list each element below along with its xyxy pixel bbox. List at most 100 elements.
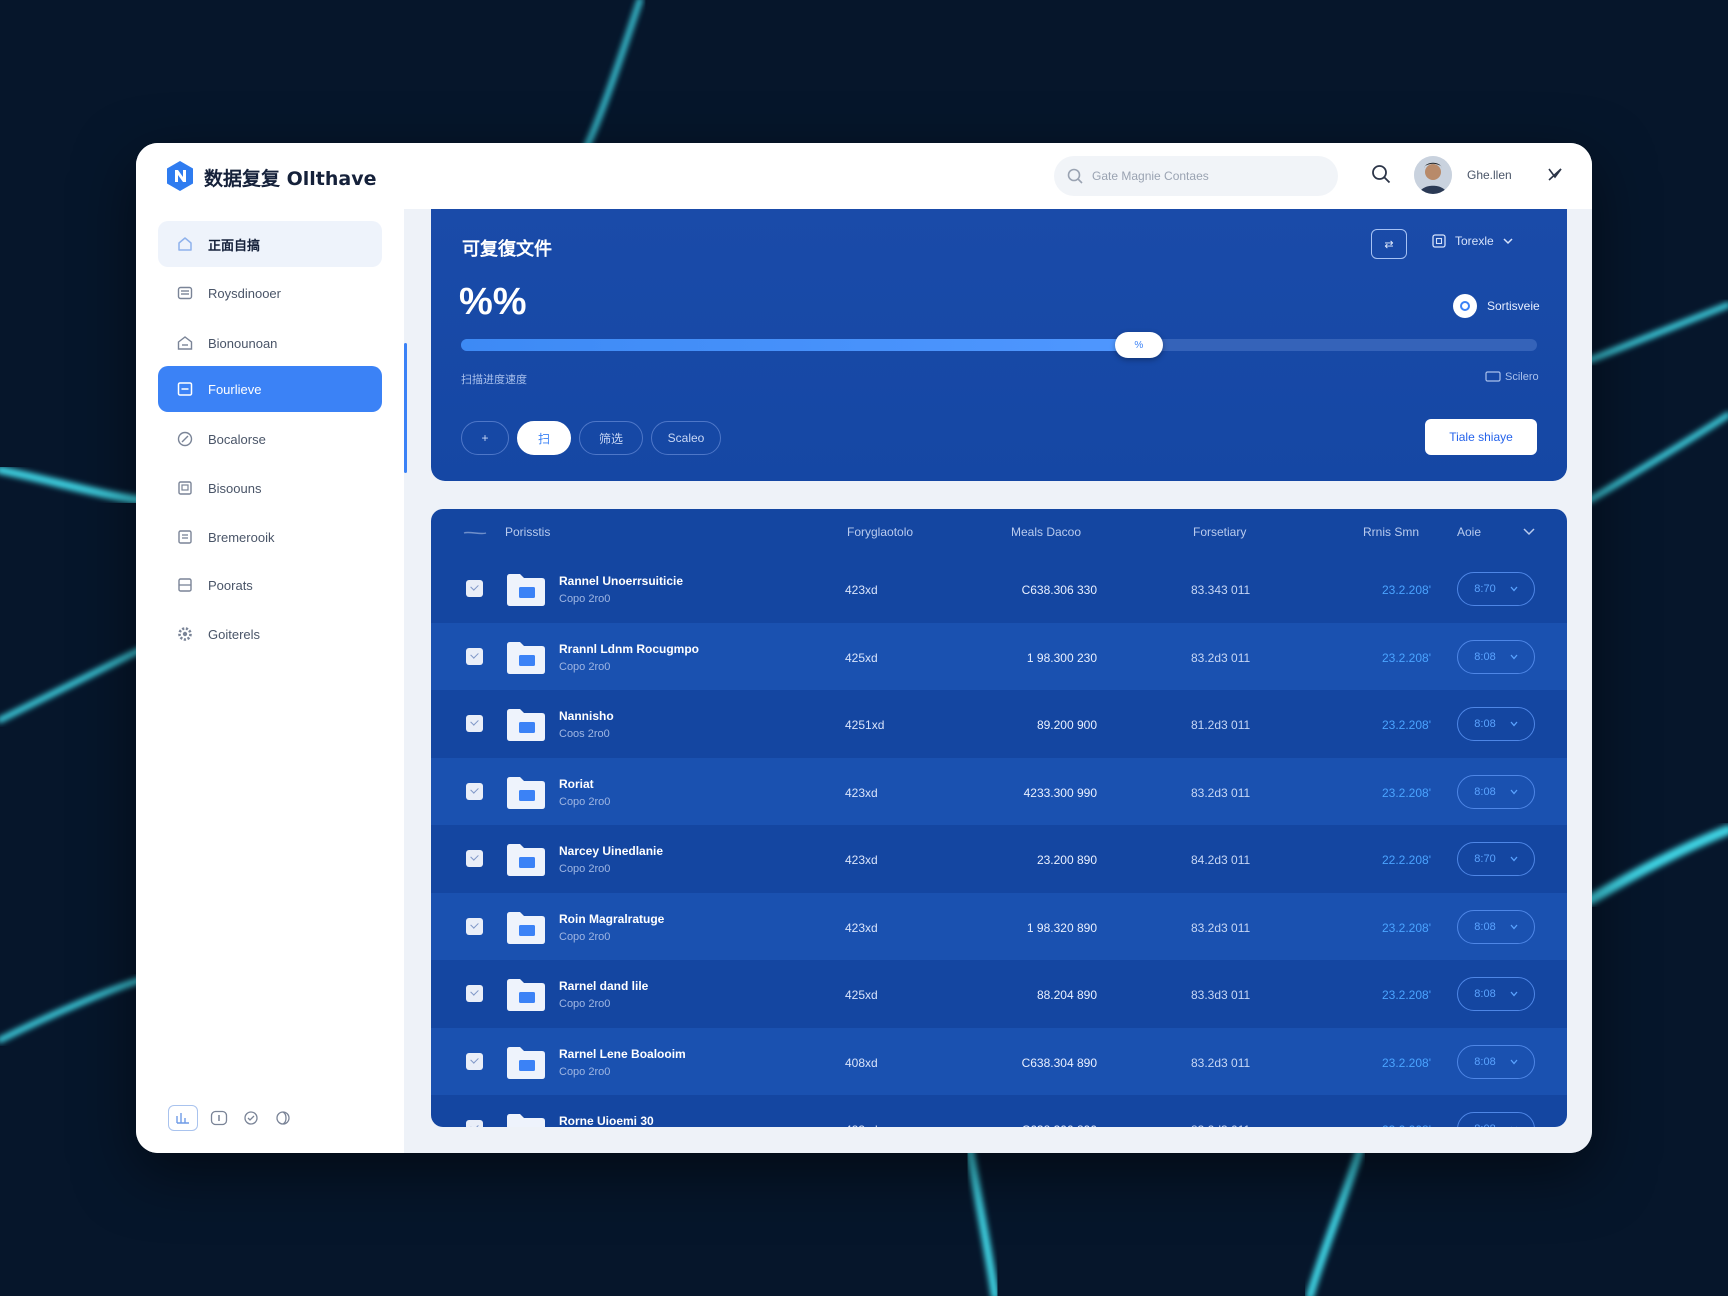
progress-right-text: Scilero [1505,371,1539,383]
recover-panel: 可复復文件 ⇄ Torexle %% Sortisveie % 扫描进度速度 S… [431,209,1567,481]
sidebar-item-upload[interactable]: Bionounoan [158,320,382,366]
user-name[interactable]: Ghe.llen [1467,168,1512,182]
avatar[interactable] [1414,156,1452,194]
recover-button[interactable]: Tiale shiaye [1425,419,1537,455]
table-row[interactable]: Rarnel dand lile Copo 2ro0 425xd 88.204 890… [431,960,1567,1027]
cell-time[interactable]: 23.2.208' [1361,786,1431,800]
row-checkbox[interactable] [466,647,483,665]
cell-time[interactable]: 23.2.208' [1361,988,1431,1002]
search-input[interactable] [1092,156,1328,196]
chevron-down-icon [1510,924,1518,929]
progress-right-label: Scilero [1485,371,1539,383]
file-name[interactable]: Narcey Uinedlanie [559,844,663,858]
row-action-dropdown[interactable]: 8:08 [1457,1112,1535,1127]
row-checkbox[interactable] [466,715,483,732]
row-action-label: 8:08 [1474,650,1496,663]
sidebar-item-images[interactable]: Bisoouns [158,465,382,511]
row-action-dropdown[interactable]: 8:70 [1457,572,1535,606]
chip-add[interactable]: + [461,421,509,455]
select-all-icon[interactable] [463,531,487,535]
column-header-time[interactable]: Rrnis Smn [1363,525,1419,539]
header-search-icon[interactable] [1370,163,1392,185]
chip-filter[interactable]: 筛选 [579,421,643,455]
file-sub: Copo 2ro0 [559,593,611,605]
file-name[interactable]: Nannisho [559,709,614,723]
cell-time[interactable]: 23.2.208' [1361,718,1431,732]
row-action-label: 8:08 [1474,920,1496,933]
cell-size: 423xd [845,785,878,800]
row-checkbox[interactable] [466,850,483,867]
row-checkbox[interactable] [466,782,483,800]
progress-track[interactable]: % [461,332,1537,358]
table-row[interactable]: Roin Magralratuge Copo 2ro0 423xd 1 98.320 … [431,892,1567,960]
row-checkbox[interactable] [466,580,483,597]
sidebar-item-home[interactable]: 正面自搞 [158,221,382,267]
table-row[interactable]: Rrannl Ldnm Rocugmpo Copo 2ro0 425xd 1 98.3… [431,622,1567,690]
cell-time[interactable]: 22.2.208' [1361,853,1431,867]
row-action-dropdown[interactable]: 8:70 [1457,842,1535,876]
file-name[interactable]: Roriat [559,777,594,791]
row-action-dropdown[interactable]: 8:08 [1457,909,1535,944]
file-name[interactable]: Rannel Unoerrsuiticie [559,574,683,588]
sidebar-item-storage[interactable]: Roysdinooer [158,270,382,316]
sidebar-item-settings[interactable]: Goiterels [158,611,382,657]
table-row[interactable]: Rorne Uioemi 30Copo 2ro0423xdC638.300 89… [431,1095,1567,1127]
cell-time[interactable]: 23.2.208' [1361,921,1431,935]
scroll-indicator[interactable] [404,343,407,473]
shield-icon[interactable] [240,1107,262,1129]
folder-icon [505,976,547,1015]
radio-button[interactable] [1453,294,1477,318]
search-box[interactable] [1054,156,1338,196]
chevron-down-icon [1503,238,1513,245]
progress-slider-handle[interactable]: % [1114,332,1163,358]
file-name[interactable]: Rarnel dand lile [559,979,648,993]
chip-scale[interactable]: Scaleo [651,421,721,455]
file-name[interactable]: Rarnel Lene Boalooim [559,1047,686,1061]
row-action-dropdown[interactable]: 8:08 [1457,1044,1535,1079]
row-action-dropdown[interactable]: 8:08 [1457,707,1535,741]
file-name[interactable]: Roin Magralratuge [559,912,664,926]
column-header-status[interactable]: Forsetiary [1193,525,1246,539]
table-row[interactable]: Narcey Uinedlanie Copo 2ro0 423xd 23.200 89… [431,825,1567,892]
cell-data: 89.200 900 [1036,718,1097,732]
row-checkbox[interactable] [466,1052,483,1070]
sidebar-item-brush[interactable]: Bocalorse [158,416,382,462]
chart-icon[interactable] [168,1105,198,1131]
column-header-data[interactable]: Meals Dacoo [1011,525,1081,539]
chip-scan[interactable]: 扫 [517,421,571,455]
filter-dropdown[interactable]: Torexle [1431,233,1514,249]
sidebar-item-files[interactable]: Fourlieve [158,366,382,412]
column-header-size[interactable]: Foryglaotolo [847,525,913,539]
cell-time[interactable]: 23.2.208' [1361,1123,1431,1127]
globe-icon[interactable] [272,1107,294,1129]
column-header-action[interactable]: Aoie [1457,525,1481,539]
top-bar: 数据复复 Ollthave Ghe.llen [136,143,1592,209]
row-action-dropdown[interactable]: 8:08 [1457,639,1535,674]
row-action-dropdown[interactable]: 8:08 [1457,774,1535,809]
row-checkbox[interactable] [466,985,483,1002]
cell-time[interactable]: 23.2.208' [1361,651,1431,665]
row-action-dropdown[interactable]: 8:08 [1457,977,1535,1011]
row-checkbox[interactable] [466,1120,483,1127]
sidebar-item-reports[interactable]: Poorats [158,562,382,608]
app-window: 数据复复 Ollthave Ghe.llen [136,143,1592,1153]
info-icon[interactable] [208,1107,230,1129]
cell-status: 83.2d3 011 [1191,1055,1251,1070]
chevron-down-icon[interactable] [1523,527,1535,537]
cell-time[interactable]: 23.2.208' [1361,1056,1431,1070]
column-header-name[interactable]: Porisstis [505,525,550,539]
cell-time[interactable]: 23.2.208' [1361,583,1431,597]
row-checkbox[interactable] [466,917,483,935]
swap-button[interactable]: ⇄ [1371,229,1407,259]
file-name[interactable]: Rorne Uioemi 30 [559,1114,654,1127]
collapse-icon[interactable] [1546,165,1564,183]
table-row[interactable]: Rannel Unoerrsuiticie Copo 2ro0 423xd C638.… [431,555,1567,622]
table-row[interactable]: Rarnel Lene Boalooim Copo 2ro0 408xd C638.3… [431,1027,1567,1095]
file-name[interactable]: Rrannl Ldnm Rocugmpo [559,642,699,656]
list-icon [176,576,194,594]
cell-status: 81.2d3 011 [1191,718,1251,732]
sidebar-item-documents[interactable]: Bremerooik [158,514,382,560]
table-row[interactable]: Roriat Copo 2ro0 423xd 4233.300 990 83.2d3 0… [431,757,1567,825]
sort-option[interactable]: Sortisveie [1453,294,1540,318]
table-row[interactable]: Nannisho Coos 2ro0 4251xd 89.200 900 81.2d3 … [431,690,1567,757]
